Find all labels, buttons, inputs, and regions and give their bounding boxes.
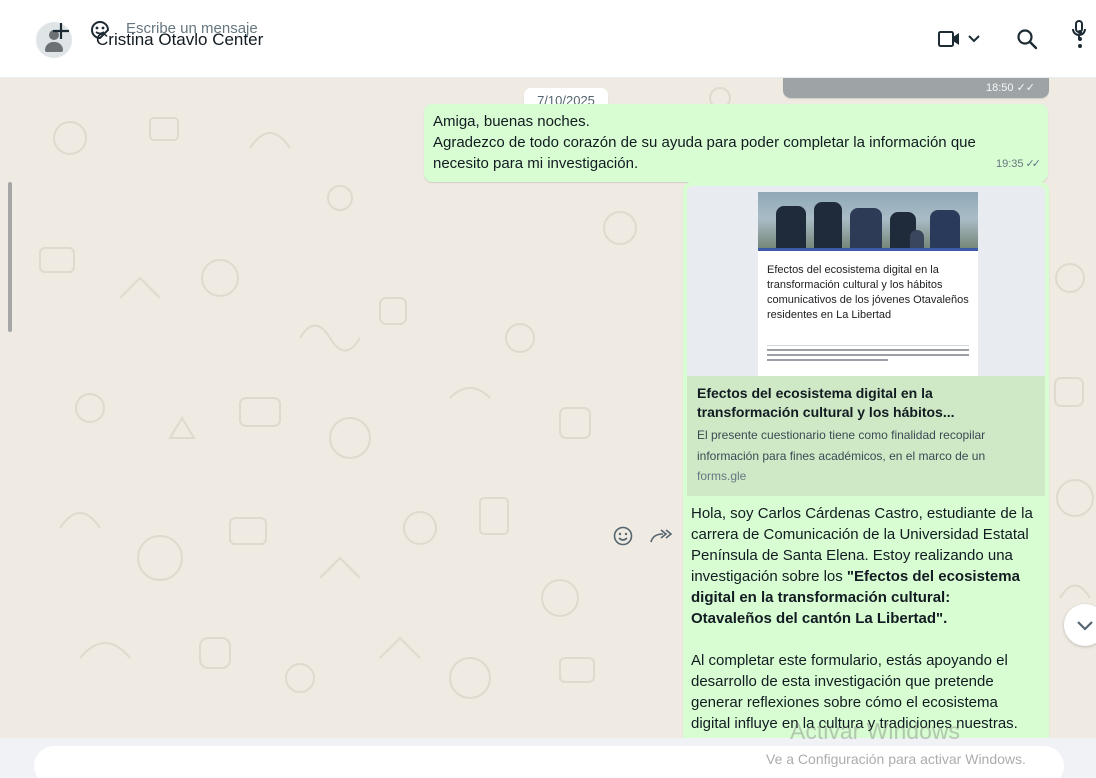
message-input[interactable] [126,16,726,40]
message-bubble[interactable]: Amiga, buenas noches. Agradezco de todo … [424,104,1048,182]
link-description-line: información para fines académicos, en el… [697,449,986,463]
form-description-lines [767,345,969,361]
link-description: El presente cuestionario tiene como fina… [697,425,1035,467]
photo-figure [776,206,806,252]
message-bold-text: Otavaleños del cantón La Libertad" [691,610,944,627]
link-preview-text[interactable]: Efectos del ecosistema digital en la tra… [687,376,1045,496]
message-text-line: carrera de Comunicación de la Universida… [691,526,1029,543]
message-time: 19:35 ✓✓ [995,154,1041,175]
attach-plus-icon[interactable] [50,20,72,42]
forward-icon[interactable] [648,526,674,546]
message-text-line: Amiga, buenas noches. [433,113,590,130]
message-bold-text: digital en la transformación cultural: [691,589,951,606]
photo-figure [930,210,960,252]
photo-figure [814,202,842,252]
chat-panel[interactable]: 18:50 ✓✓ 7/10/2025 Amiga, buenas noches.… [0,78,1096,738]
search-button[interactable] [1012,24,1042,54]
message-text-line: investigación sobre los "Efectos del eco… [691,566,1041,587]
text-line [767,349,969,351]
message-text-line: Al completar este formulario, estás apoy… [691,652,1008,669]
message-text-line: Hola, soy Carlos Cárdenas Castro, estudi… [691,505,1033,522]
message-text-span: investigación sobre los [691,568,847,585]
message-text-line: generar reflexiones sobre cómo el ecosis… [691,694,998,711]
message-bold-text: . [943,610,948,627]
message-text-line: Agradezco de todo corazón de su ayuda pa… [433,134,976,151]
form-title: Efectos del ecosistema digital en la tra… [767,264,969,321]
microphone-icon[interactable] [1070,19,1088,41]
message-text-line: Otavaleños del cantón La Libertad". [691,608,1041,629]
message-text-line: necesito para mi investigación. [433,155,639,172]
emoji-reaction-icon[interactable] [612,525,634,547]
link-preview-image[interactable]: Efectos del ecosistema digital en la tra… [687,186,1045,376]
time-text: 19:35 [995,158,1024,170]
message-bold-text: "Efectos del ecosistema [846,568,1020,585]
link-title: Efectos del ecosistema digital en la tra… [697,384,1035,422]
message-body: Hola, soy Carlos Cárdenas Castro, estudi… [691,503,1041,734]
link-title-line: transformación cultural y los hábitos... [697,404,955,420]
form-sheet: Efectos del ecosistema digital en la tra… [758,248,978,376]
read-ticks-icon: ✓✓ [1025,158,1041,170]
photo-figure [850,208,882,252]
search-icon [1017,29,1038,50]
time-text: 18:50 [985,82,1014,94]
link-title-line: Efectos del ecosistema digital en la [697,385,933,401]
previous-message-time: 18:50 ✓✓ [986,81,1035,94]
chevron-down-icon [1077,621,1093,631]
message-text-line: digital en la transformación cultural: [691,587,1041,608]
message-text-line: Península de Santa Elena. Estoy realizan… [691,547,1013,564]
text-line [767,354,969,356]
activate-windows-watermark: Activar Windows [790,718,960,744]
chevron-down-icon [968,35,980,43]
message-text-line: desarrollo de esta investigación que pre… [691,673,994,690]
form-header-photo [758,192,978,252]
video-call-icon [938,31,980,47]
previous-message-bubble[interactable]: 18:50 ✓✓ [783,78,1049,98]
sticker-icon[interactable] [88,18,112,42]
text-line [767,359,889,361]
avatar-person-body [45,42,63,52]
activate-windows-subtext: Ve a Configuración para activar Windows. [766,751,1026,767]
scroll-to-bottom-button[interactable] [1064,604,1096,646]
read-ticks-icon: ✓✓ [1016,82,1035,94]
video-call-button[interactable] [936,24,992,54]
link-description-line: El presente cuestionario tiene como fina… [697,428,986,442]
link-domain: forms.gle [697,469,747,483]
chat-scrollbar[interactable] [8,182,12,332]
message-bubble-link[interactable]: Efectos del ecosistema digital en la tra… [683,182,1049,738]
